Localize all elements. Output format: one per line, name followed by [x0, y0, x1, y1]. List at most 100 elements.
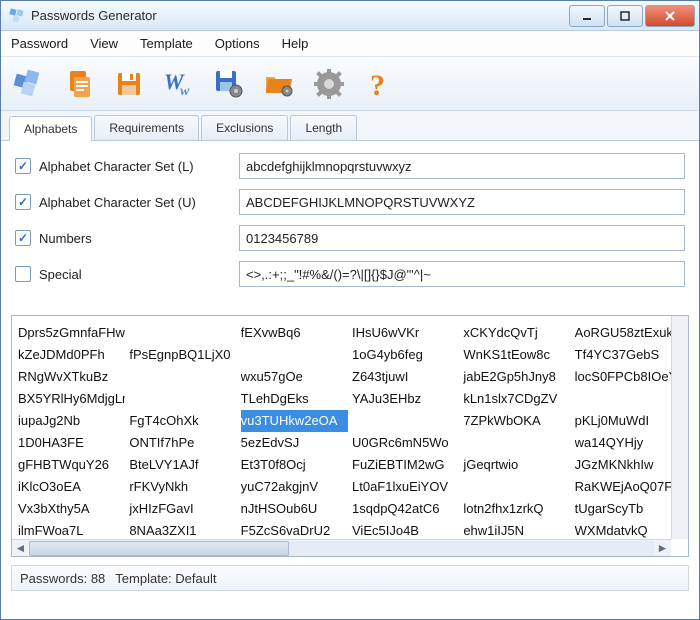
tab-alphabets[interactable]: Alphabets	[9, 116, 92, 141]
password-cell[interactable]: Tf4YC37GebS	[575, 344, 682, 366]
password-cell[interactable]: jGeqrtwio	[463, 454, 570, 476]
password-cell[interactable]	[463, 432, 570, 454]
password-cell[interactable]: jabE2Gp5hJny8	[463, 366, 570, 388]
password-cell[interactable]: Et3T0f8Ocj	[241, 454, 348, 476]
menu-help[interactable]: Help	[282, 36, 309, 51]
password-cell[interactable]: wa14QYHjy	[575, 432, 682, 454]
results-grid[interactable]: Dprs5zGmnfaFHw fEXvwBq6IHsU6wVKrxCKYdcQvT…	[12, 316, 688, 542]
password-cell[interactable]: kZeJDMd0PFh	[18, 344, 125, 366]
menu-options[interactable]: Options	[215, 36, 260, 51]
save-settings-button[interactable]	[207, 62, 251, 106]
password-cell[interactable]: U0GRc6mN5Wo	[352, 432, 459, 454]
open-folder-button[interactable]	[257, 62, 301, 106]
label-upper: Alphabet Character Set (U)	[39, 195, 239, 210]
menu-password[interactable]: Password	[11, 36, 68, 51]
menu-view[interactable]: View	[90, 36, 118, 51]
generate-button[interactable]	[7, 62, 51, 106]
scroll-left-icon[interactable]: ◄	[12, 540, 29, 557]
checkbox-numbers[interactable]	[15, 230, 31, 246]
password-cell[interactable]: Z643tjuwI	[352, 366, 459, 388]
help-button[interactable]: ?	[357, 62, 401, 106]
password-cell[interactable]: Lt0aF1lxuEiYOV	[352, 476, 459, 498]
password-cell[interactable]: gFHBTWquY26	[18, 454, 125, 476]
password-cell[interactable]: lotn2fhx1zrkQ	[463, 498, 570, 520]
svg-text:?: ?	[370, 69, 385, 101]
app-window: Passwords Generator Password View Templa…	[0, 0, 700, 620]
password-cell[interactable]: TLehDgEks	[241, 388, 348, 410]
scroll-thumb[interactable]	[29, 541, 289, 556]
input-lower[interactable]	[239, 153, 685, 179]
app-icon	[9, 8, 25, 24]
copy-button[interactable]	[57, 62, 101, 106]
password-cell[interactable]: fEXvwBq6	[241, 322, 348, 344]
password-cell[interactable]: BX5YRlHy6MdjgLr	[18, 388, 125, 410]
password-cell[interactable]	[352, 410, 459, 432]
password-cell[interactable]	[241, 344, 348, 366]
password-cell[interactable]: AoRGU58ztExuk	[575, 322, 682, 344]
scroll-right-icon[interactable]: ►	[654, 540, 671, 557]
statusbar: Passwords: 88 Template: Default	[11, 565, 689, 591]
password-cell[interactable]	[129, 322, 236, 344]
password-cell[interactable]: IHsU6wVKr	[352, 322, 459, 344]
password-cell[interactable]: 7ZPkWbOKA	[463, 410, 570, 432]
password-cell[interactable]: wxu57gOe	[241, 366, 348, 388]
password-cell[interactable]: Dprs5zGmnfaFHw	[18, 322, 125, 344]
password-cell[interactable]: rFKVyNkh	[129, 476, 236, 498]
settings-button[interactable]	[307, 62, 351, 106]
password-cell[interactable]: jxHIzFGavI	[129, 498, 236, 520]
minimize-button[interactable]	[569, 5, 605, 27]
password-cell[interactable]: nJtHSOub6U	[241, 498, 348, 520]
horizontal-scrollbar[interactable]: ◄ ►	[12, 539, 671, 556]
password-cell[interactable]: 1sqdpQ42atC6	[352, 498, 459, 520]
password-cell[interactable]: tUgarScyTb	[575, 498, 682, 520]
password-cell[interactable]	[129, 388, 236, 410]
password-cell[interactable]: JGzMKNkhIw	[575, 454, 682, 476]
password-cell[interactable]: pKLj0MuWdI	[575, 410, 682, 432]
input-special[interactable]	[239, 261, 685, 287]
save-button[interactable]	[107, 62, 151, 106]
password-cell[interactable]: WnKS1tEow8c	[463, 344, 570, 366]
password-cell[interactable]: xCKYdcQvTj	[463, 322, 570, 344]
password-cell[interactable]: ONTIf7hPe	[129, 432, 236, 454]
password-cell[interactable]: Vx3bXthy5A	[18, 498, 125, 520]
password-cell[interactable]: RaKWEjAoQ07F	[575, 476, 682, 498]
password-cell[interactable]: vu3TUHkw2eOA	[241, 410, 348, 432]
label-numbers: Numbers	[39, 231, 239, 246]
password-cell[interactable]: kLn1slx7CDgZV	[463, 388, 570, 410]
password-cell[interactable]: 1oG4yb6feg	[352, 344, 459, 366]
status-password-count: Passwords: 88	[20, 571, 105, 586]
password-cell[interactable]: FuZiEBTIM2wG	[352, 454, 459, 476]
tab-requirements[interactable]: Requirements	[94, 115, 199, 140]
tab-exclusions[interactable]: Exclusions	[201, 115, 288, 140]
tab-length[interactable]: Length	[290, 115, 357, 140]
password-cell[interactable]: RNgWvXTkuBz	[18, 366, 125, 388]
checkbox-lower[interactable]	[15, 158, 31, 174]
titlebar: Passwords Generator	[1, 1, 699, 31]
checkbox-upper[interactable]	[15, 194, 31, 210]
password-cell[interactable]: iupaJg2Nb	[18, 410, 125, 432]
close-button[interactable]	[645, 5, 695, 27]
scroll-track[interactable]	[29, 541, 654, 556]
password-cell[interactable]	[129, 366, 236, 388]
tab-panel-alphabets: Alphabet Character Set (L) Alphabet Char…	[1, 141, 699, 309]
input-upper[interactable]	[239, 189, 685, 215]
password-cell[interactable]: BteLVY1AJf	[129, 454, 236, 476]
vertical-scrollbar[interactable]	[671, 316, 688, 539]
maximize-button[interactable]	[607, 5, 643, 27]
word-export-button[interactable]: Ww	[157, 62, 201, 106]
input-numbers[interactable]	[239, 225, 685, 251]
tabbar: Alphabets Requirements Exclusions Length	[1, 111, 699, 141]
password-cell[interactable]: YAJu3EHbz	[352, 388, 459, 410]
password-cell[interactable]	[575, 388, 682, 410]
password-cell[interactable]: 5ezEdvSJ	[241, 432, 348, 454]
window-controls	[567, 5, 695, 27]
password-cell[interactable]: FgT4cOhXk	[129, 410, 236, 432]
checkbox-special[interactable]	[15, 266, 31, 282]
password-cell[interactable]: locS0FPCb8IOeY	[575, 366, 682, 388]
password-cell[interactable]: 1D0HA3FE	[18, 432, 125, 454]
password-cell[interactable]: yuC72akgjnV	[241, 476, 348, 498]
password-cell[interactable]: fPsEgnpBQ1LjX0	[129, 344, 236, 366]
password-cell[interactable]	[463, 476, 570, 498]
password-cell[interactable]: iKlcO3oEA	[18, 476, 125, 498]
menu-template[interactable]: Template	[140, 36, 193, 51]
